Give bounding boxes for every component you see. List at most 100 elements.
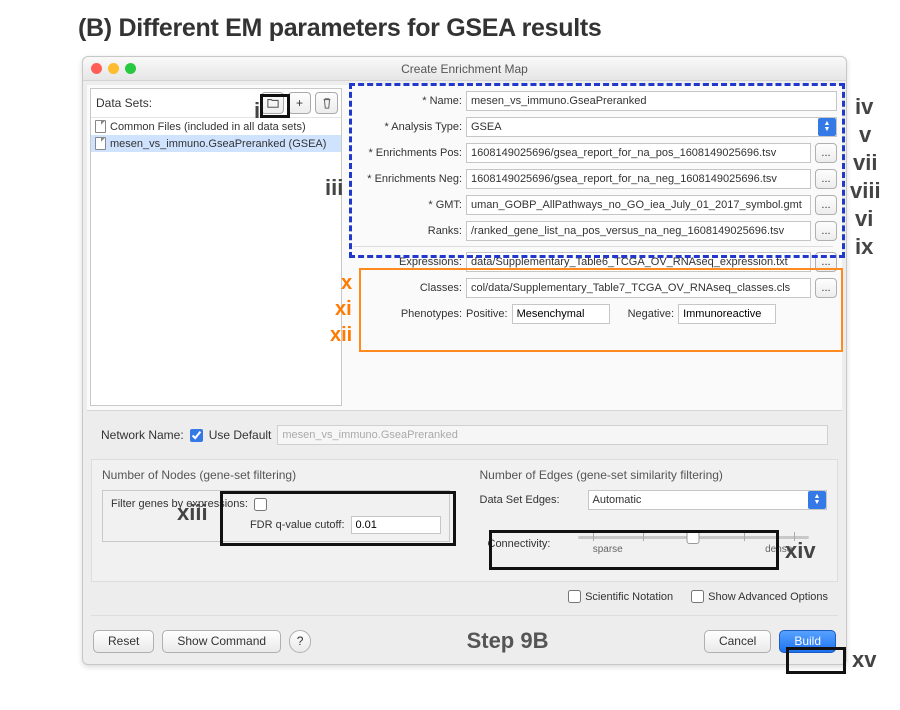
show-advanced-checkbox[interactable] bbox=[691, 590, 704, 603]
fdr-input[interactable] bbox=[351, 516, 441, 534]
positive-label: Positive: bbox=[466, 308, 508, 320]
divider bbox=[91, 615, 838, 616]
add-button[interactable]: + bbox=[288, 92, 311, 114]
phenotypes-label: Phenotypes: bbox=[347, 308, 462, 320]
expressions-label: Expressions: bbox=[347, 256, 462, 268]
dialog-window: Create Enrichment Map Data Sets: + Commo… bbox=[82, 56, 847, 665]
browse-button[interactable]: ... bbox=[815, 278, 837, 298]
ann-viii: viii bbox=[850, 178, 881, 204]
name-label: * Name: bbox=[347, 95, 462, 107]
close-icon[interactable] bbox=[91, 63, 102, 74]
dialog-footer: Reset Show Command ? Step 9B Cancel Buil… bbox=[83, 620, 846, 664]
connectivity-slider[interactable]: sparse dense bbox=[568, 529, 820, 559]
nodes-panel-title: Number of Nodes (gene-set filtering) bbox=[102, 468, 450, 482]
ann-vi: vi bbox=[855, 206, 873, 232]
nodes-panel: Number of Nodes (gene-set filtering) Fil… bbox=[102, 468, 450, 563]
connectivity-label: Connectivity: bbox=[488, 538, 562, 550]
gmt-label: * GMT: bbox=[347, 199, 462, 211]
nodes-filter-box: Filter genes by expressions: FDR q-value… bbox=[102, 490, 450, 542]
trash-icon bbox=[321, 97, 333, 109]
enrich-pos-label: * Enrichments Pos: bbox=[347, 147, 462, 159]
enrich-pos-input[interactable] bbox=[466, 143, 811, 163]
filter-genes-label: Filter genes by expressions: bbox=[111, 498, 248, 510]
folder-button[interactable] bbox=[261, 92, 284, 114]
analysis-type-label: * Analysis Type: bbox=[347, 121, 462, 133]
datasets-label: Data Sets: bbox=[94, 96, 257, 110]
analysis-type-select[interactable]: GSEA ▲▼ bbox=[466, 117, 837, 137]
analysis-type-value: GSEA bbox=[471, 121, 502, 133]
figure-title: (B) Different EM parameters for GSEA res… bbox=[0, 0, 900, 49]
classes-input[interactable] bbox=[466, 278, 811, 298]
minimize-icon[interactable] bbox=[108, 63, 119, 74]
dataset-edges-label: Data Set Edges: bbox=[480, 494, 580, 506]
list-item-label: Common Files (included in all data sets) bbox=[110, 121, 306, 133]
folder-icon bbox=[267, 97, 279, 109]
show-advanced-label: Show Advanced Options bbox=[708, 591, 828, 603]
ann-ix: ix bbox=[855, 234, 873, 260]
negative-input[interactable] bbox=[678, 304, 776, 324]
datasets-list[interactable]: Common Files (included in all data sets)… bbox=[91, 118, 341, 152]
ann-iv: iv bbox=[855, 94, 873, 120]
document-icon bbox=[95, 120, 106, 133]
document-icon bbox=[95, 137, 106, 150]
edges-panel-title: Number of Edges (gene-set similarity fil… bbox=[480, 468, 828, 482]
reset-button[interactable]: Reset bbox=[93, 630, 154, 653]
sparse-label: sparse bbox=[593, 544, 623, 555]
trash-button[interactable] bbox=[315, 92, 338, 114]
slider-thumb[interactable] bbox=[687, 530, 700, 544]
browse-button[interactable]: ... bbox=[815, 252, 837, 272]
browse-button[interactable]: ... bbox=[815, 221, 837, 241]
network-name-row: Network Name: Use Default bbox=[83, 415, 846, 455]
list-item[interactable]: mesen_vs_immuno.GseaPreranked (GSEA) bbox=[91, 135, 341, 152]
filter-panels: Number of Nodes (gene-set filtering) Fil… bbox=[91, 459, 838, 582]
network-name-input bbox=[277, 425, 828, 445]
help-button[interactable]: ? bbox=[289, 630, 311, 653]
scientific-notation-checkbox[interactable] bbox=[568, 590, 581, 603]
browse-button[interactable]: ... bbox=[815, 169, 837, 189]
classes-label: Classes: bbox=[347, 282, 462, 294]
options-row: Scientific Notation Show Advanced Option… bbox=[83, 586, 846, 611]
enrich-neg-label: * Enrichments Neg: bbox=[347, 173, 462, 185]
chevron-updown-icon: ▲▼ bbox=[808, 491, 826, 509]
scientific-notation-label: Scientific Notation bbox=[585, 591, 673, 603]
positive-input[interactable] bbox=[512, 304, 610, 324]
zoom-icon[interactable] bbox=[125, 63, 136, 74]
list-item-label: mesen_vs_immuno.GseaPreranked (GSEA) bbox=[110, 138, 326, 150]
dataset-edges-select[interactable]: Automatic ▲▼ bbox=[588, 490, 828, 510]
connectivity-row: Connectivity: sparse dense bbox=[480, 524, 828, 563]
browse-button[interactable]: ... bbox=[815, 143, 837, 163]
window-title: Create Enrichment Map bbox=[401, 62, 528, 76]
ann-v: v bbox=[859, 122, 871, 148]
filter-genes-checkbox[interactable] bbox=[254, 498, 267, 511]
dense-label: dense bbox=[765, 544, 792, 555]
step-label: Step 9B bbox=[467, 628, 549, 654]
plus-icon: + bbox=[296, 96, 303, 110]
dataset-form: * Name: * Analysis Type: GSEA ▲▼ * Enric… bbox=[347, 88, 839, 407]
ranks-input[interactable] bbox=[466, 221, 811, 241]
network-name-label: Network Name: bbox=[101, 428, 184, 442]
ann-xv: xv bbox=[852, 647, 876, 673]
upper-panel: Data Sets: + Common Files (included in a… bbox=[87, 85, 842, 411]
dataset-edges-value: Automatic bbox=[593, 494, 642, 506]
ranks-label: Ranks: bbox=[347, 225, 462, 237]
negative-label: Negative: bbox=[628, 308, 674, 320]
list-item[interactable]: Common Files (included in all data sets) bbox=[91, 118, 341, 135]
expressions-input[interactable] bbox=[466, 252, 811, 272]
use-default-label: Use Default bbox=[209, 428, 272, 442]
browse-button[interactable]: ... bbox=[815, 195, 837, 215]
cancel-button[interactable]: Cancel bbox=[704, 630, 771, 653]
ann-vii: vii bbox=[853, 150, 877, 176]
edges-panel: Number of Edges (gene-set similarity fil… bbox=[480, 468, 828, 563]
gmt-input[interactable] bbox=[466, 195, 811, 215]
enrich-neg-input[interactable] bbox=[466, 169, 811, 189]
chevron-updown-icon: ▲▼ bbox=[818, 118, 836, 136]
fdr-label: FDR q-value cutoff: bbox=[250, 519, 345, 531]
datasets-panel: Data Sets: + Common Files (included in a… bbox=[90, 88, 342, 406]
show-command-button[interactable]: Show Command bbox=[162, 630, 281, 653]
name-input[interactable] bbox=[466, 91, 837, 111]
window-traffic-lights bbox=[91, 63, 136, 74]
use-default-checkbox[interactable] bbox=[190, 429, 203, 442]
window-titlebar: Create Enrichment Map bbox=[83, 57, 846, 81]
divider bbox=[353, 246, 833, 247]
build-button[interactable]: Build bbox=[779, 630, 836, 653]
